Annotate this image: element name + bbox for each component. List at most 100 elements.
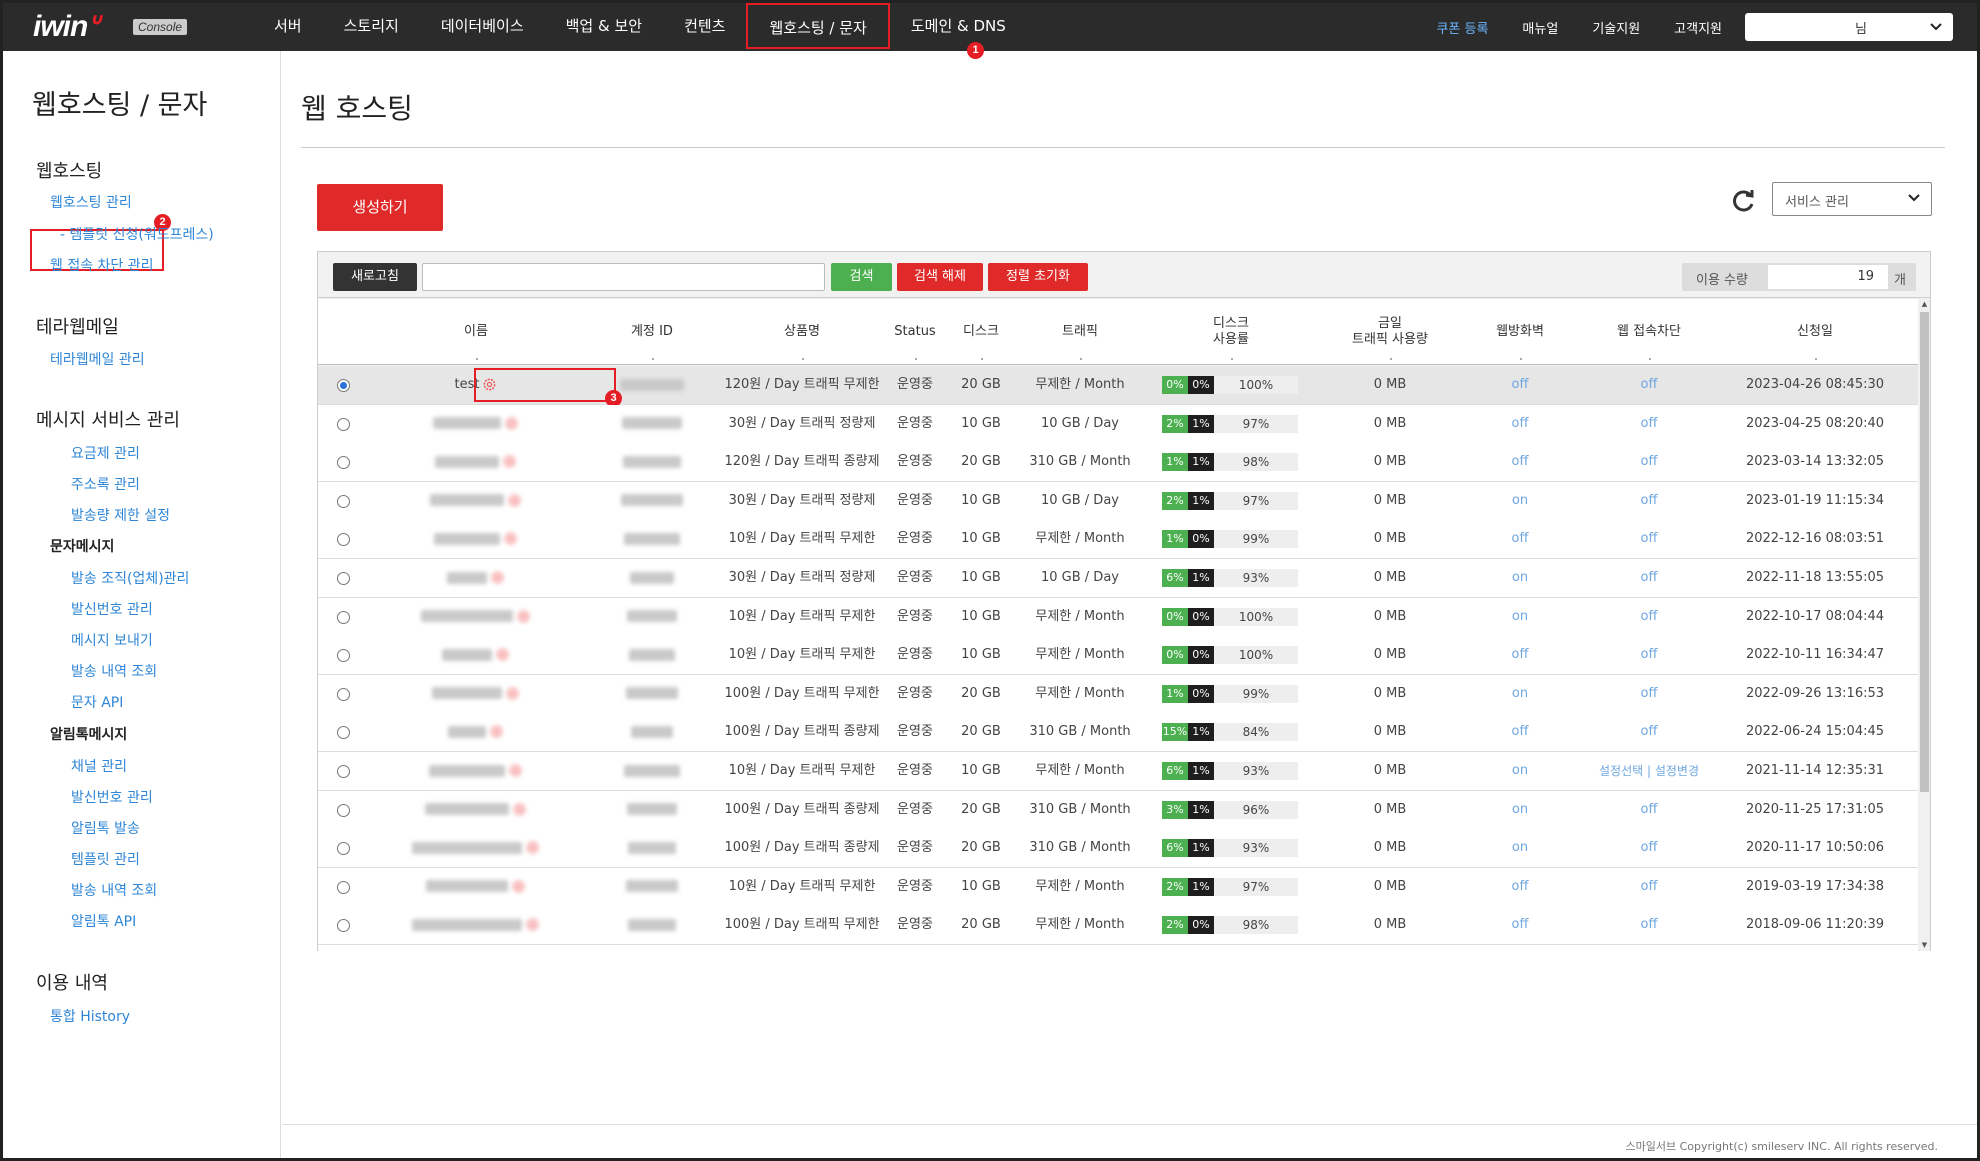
- scroll-down-icon[interactable]: ▼: [1919, 940, 1930, 950]
- row-radio[interactable]: [337, 417, 350, 431]
- row-web-block-toggle[interactable]: off: [1578, 713, 1720, 751]
- table-row[interactable]: 30원 / Day 트래픽 정량제 운영중 10 GB 10 GB / Day 2% 1%…: [318, 404, 1918, 444]
- sidebar-item-template-manage[interactable]: 템플릿 관리: [71, 849, 140, 869]
- logo[interactable]: iwinᐡ: [33, 9, 99, 44]
- row-web-block-toggle[interactable]: 설정선택 | 설정변경: [1578, 752, 1720, 790]
- row-radio[interactable]: [337, 379, 350, 392]
- col-firewall[interactable]: 웹방화벽: [1462, 299, 1578, 365]
- row-radio[interactable]: [337, 765, 350, 778]
- table-row[interactable]: 100원 / Day 트래픽 종량제 운영중 20 GB 310 GB / Month…: [318, 713, 1918, 753]
- row-radio[interactable]: [337, 572, 350, 585]
- sidebar-item-hosting-manage[interactable]: 웹호스팅 관리: [50, 192, 132, 212]
- table-row[interactable]: 120원 / Day 트래픽 종량제 운영중 20 GB 310 GB / Month…: [318, 443, 1918, 483]
- row-radio[interactable]: [337, 610, 350, 624]
- row-radio[interactable]: [337, 649, 350, 663]
- settings-gear-icon[interactable]: [503, 531, 518, 546]
- row-radio[interactable]: [337, 803, 350, 817]
- sidebar-item-send-message[interactable]: 메시지 보내기: [71, 630, 153, 650]
- row-web-block-toggle[interactable]: off: [1578, 443, 1720, 481]
- sidebar-item-terramail[interactable]: 테라웹메일 관리: [50, 349, 145, 369]
- reset-sort-button[interactable]: 정렬 초기화: [988, 263, 1088, 291]
- sidebar-item-address-book[interactable]: 주소록 관리: [71, 474, 140, 494]
- table-row[interactable]: 10원 / Day 트래픽 무제한 운영중 10 GB 무제한 / Month 0% 0%…: [318, 597, 1918, 637]
- table-row[interactable]: 30원 / Day 트래픽 정량제 운영중 10 GB 10 GB / Day 6% 1%…: [318, 559, 1918, 598]
- settings-gear-icon[interactable]: [511, 879, 526, 894]
- settings-gear-icon[interactable]: [525, 917, 540, 932]
- nav-item-4[interactable]: 컨텐츠: [663, 3, 746, 51]
- settings-gear-icon[interactable]: [502, 454, 517, 469]
- manual-link[interactable]: 매뉴얼: [1505, 18, 1575, 37]
- table-row[interactable]: 10원 / Day 트래픽 무제한 운영중 10 GB 무제한 / Month 2% 1%…: [318, 867, 1918, 907]
- scrollbar-thumb[interactable]: [1920, 312, 1929, 792]
- row-firewall-toggle[interactable]: off: [1462, 366, 1578, 404]
- tech-support-link[interactable]: 기술지원: [1575, 18, 1657, 37]
- row-firewall-toggle[interactable]: off: [1462, 636, 1578, 674]
- sidebar-item-sms-api[interactable]: 문자 API: [71, 692, 123, 712]
- settings-gear-icon[interactable]: [508, 763, 523, 778]
- nav-item-5[interactable]: 웹호스팅 / 문자: [746, 3, 890, 49]
- row-firewall-toggle[interactable]: on: [1462, 598, 1578, 636]
- nav-item-6[interactable]: 도메인 & DNS: [890, 3, 1027, 51]
- col-web-block[interactable]: 웹 접속차단: [1578, 299, 1720, 365]
- clear-search-button[interactable]: 검색 해제: [897, 263, 983, 291]
- row-firewall-toggle[interactable]: on: [1462, 482, 1578, 520]
- settings-gear-icon[interactable]: [489, 724, 504, 739]
- row-web-block-toggle[interactable]: off: [1578, 520, 1720, 558]
- table-row[interactable]: 30원 / Day 트래픽 정량제 운영중 10 GB 10 GB / Day 2% 1%…: [318, 481, 1918, 521]
- settings-gear-icon[interactable]: [505, 686, 520, 701]
- table-row[interactable]: 100원 / Day 트래픽 종량제 운영중 20 GB 310 GB / Month…: [318, 790, 1918, 830]
- table-row[interactable]: test 120원 / Day 트래픽 무제한 운영중 20 GB 무제한 / Mont…: [318, 366, 1918, 407]
- table-row[interactable]: 100원 / Day 트래픽 무제한 운영중 20 GB 무제한 / Month 2% 0…: [318, 906, 1918, 946]
- service-manage-select[interactable]: 서비스 관리: [1772, 182, 1932, 216]
- col-today-traffic[interactable]: 금일 트래픽 사용량: [1318, 299, 1462, 365]
- col-disk-usage[interactable]: 디스크 사용률: [1146, 299, 1316, 365]
- sidebar-item-org-manage[interactable]: 발송 조직(업체)관리: [71, 568, 189, 588]
- row-firewall-toggle[interactable]: on: [1462, 559, 1578, 597]
- col-name[interactable]: 이름: [386, 299, 566, 365]
- table-row[interactable]: 100원 / Day 트래픽 종량제 운영중 20 GB 310 GB / Month…: [318, 829, 1918, 869]
- row-web-block-toggle[interactable]: off: [1578, 598, 1720, 636]
- row-firewall-toggle[interactable]: off: [1462, 906, 1578, 944]
- nav-item-2[interactable]: 데이터베이스: [420, 3, 545, 51]
- nav-item-0[interactable]: 서버: [253, 3, 323, 51]
- sidebar-item-history[interactable]: 통합 History: [50, 1006, 130, 1026]
- scroll-up-icon[interactable]: ▲: [1919, 299, 1930, 309]
- row-radio[interactable]: [337, 687, 350, 701]
- sidebar-item-send-history[interactable]: 발송 내역 조회: [71, 661, 157, 681]
- col-traffic[interactable]: 트래픽: [1014, 299, 1146, 365]
- settings-gear-icon[interactable]: [512, 802, 527, 817]
- sidebar-item-template[interactable]: - 템플릿 신청(워드프레스): [60, 224, 214, 244]
- row-firewall-toggle[interactable]: off: [1462, 713, 1578, 751]
- row-firewall-toggle[interactable]: on: [1462, 752, 1578, 790]
- col-disk[interactable]: 디스크: [948, 299, 1014, 365]
- refresh-icon[interactable]: [1729, 187, 1757, 215]
- refresh-button[interactable]: 새로고침: [333, 263, 417, 291]
- sidebar-item-caller-id[interactable]: 발신번호 관리: [71, 599, 153, 619]
- user-menu-dropdown[interactable]: 님: [1745, 13, 1953, 41]
- row-web-block-toggle[interactable]: off: [1578, 791, 1720, 829]
- col-account[interactable]: 계정 ID: [582, 299, 722, 365]
- nav-item-3[interactable]: 백업 & 보안: [545, 3, 663, 51]
- row-radio[interactable]: [337, 880, 350, 894]
- row-radio[interactable]: [337, 842, 350, 856]
- customer-support-link[interactable]: 고객지원: [1657, 18, 1739, 37]
- row-web-block-toggle[interactable]: off: [1578, 482, 1720, 520]
- sidebar-item-send-limit[interactable]: 발송량 제한 설정: [71, 505, 170, 525]
- sidebar-item-caller-id-2[interactable]: 발신번호 관리: [71, 787, 153, 807]
- row-web-block-toggle[interactable]: off: [1578, 829, 1720, 867]
- row-firewall-toggle[interactable]: off: [1462, 868, 1578, 906]
- settings-gear-icon[interactable]: [504, 416, 519, 431]
- sidebar-item-alimtalk-api[interactable]: 알림톡 API: [71, 911, 136, 931]
- settings-gear-icon[interactable]: [495, 647, 510, 662]
- create-button[interactable]: 생성하기: [317, 184, 443, 231]
- table-row[interactable]: 10원 / Day 트래픽 무제한 운영중 10 GB 무제한 / Month 1% 0%…: [318, 520, 1918, 560]
- col-date[interactable]: 신청일: [1720, 299, 1910, 365]
- row-web-block-toggle[interactable]: off: [1578, 405, 1720, 443]
- row-web-block-toggle[interactable]: off: [1578, 636, 1720, 674]
- col-product[interactable]: 상품명: [722, 299, 882, 365]
- row-radio[interactable]: [337, 726, 350, 740]
- settings-gear-icon[interactable]: [490, 570, 505, 585]
- settings-gear-icon[interactable]: [516, 609, 531, 624]
- row-firewall-toggle[interactable]: on: [1462, 829, 1578, 867]
- row-firewall-toggle[interactable]: off: [1462, 405, 1578, 443]
